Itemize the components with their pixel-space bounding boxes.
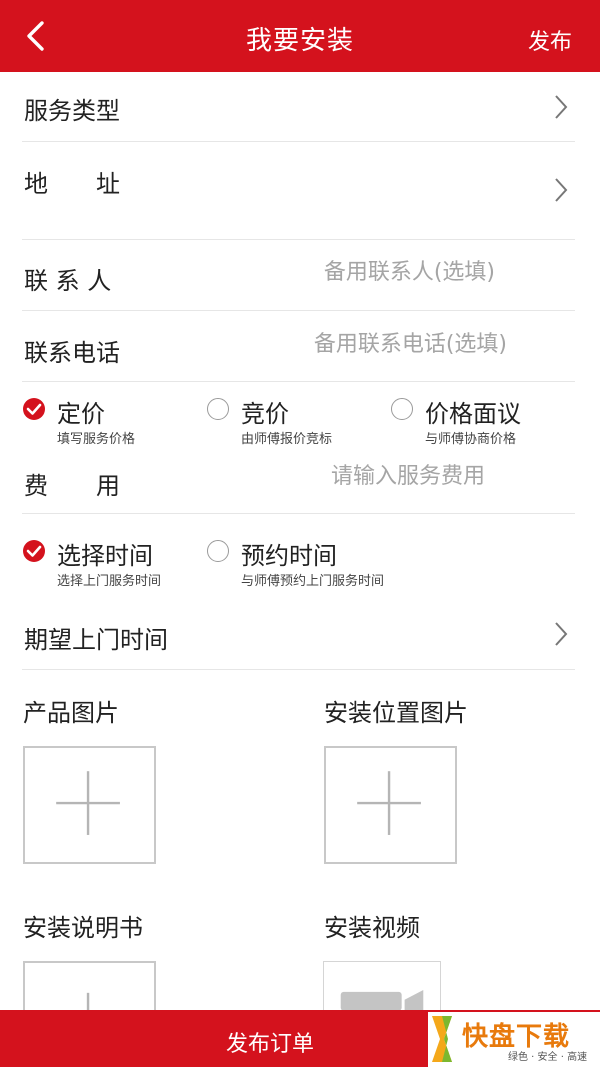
price-option-sub: 由师傅报价竞标 xyxy=(241,432,333,447)
video-camera-icon xyxy=(340,989,424,1011)
expected-time-row[interactable]: 期望上门时间 xyxy=(22,600,575,670)
address-label: 地 址 xyxy=(24,170,120,198)
product-image-upload[interactable] xyxy=(23,746,156,864)
price-option-bidding[interactable]: 竞价 由师傅报价竞标 xyxy=(207,394,387,447)
video-label: 安装视频 xyxy=(324,914,420,942)
product-images-label: 产品图片 xyxy=(23,699,119,727)
plus-icon xyxy=(56,771,120,835)
time-option-appointment[interactable]: 预约时间 与师傅预约上门服务时间 xyxy=(207,536,397,600)
watermark-logo: 快盘下载 绿色 · 安全 · 高速 xyxy=(428,1012,600,1067)
fee-label: 费 用 xyxy=(24,472,120,500)
service-type-row[interactable]: 服务类型 xyxy=(22,72,575,142)
checked-radio-icon xyxy=(23,398,45,420)
fee-input[interactable] xyxy=(225,464,485,489)
expected-time-label: 期望上门时间 xyxy=(24,626,168,654)
install-position-image-upload[interactable] xyxy=(324,746,457,864)
phone-input[interactable] xyxy=(207,332,507,357)
video-upload[interactable] xyxy=(323,961,441,1011)
chevron-right-icon xyxy=(555,178,568,202)
time-option-label: 预约时间 xyxy=(241,542,337,570)
manual-upload[interactable] xyxy=(23,961,156,1012)
checked-radio-icon xyxy=(23,540,45,562)
contact-label: 联 系 人 xyxy=(24,267,112,295)
phone-label: 联系电话 xyxy=(24,339,120,367)
contact-row: 联 系 人 xyxy=(22,240,575,311)
price-option-negotiable[interactable]: 价格面议 与师傅协商价格 xyxy=(391,394,571,447)
chevron-right-icon xyxy=(555,95,568,119)
price-option-sub: 与师傅协商价格 xyxy=(425,432,517,447)
time-option-sub: 选择上门服务时间 xyxy=(57,574,162,589)
chevron-right-icon xyxy=(555,622,568,646)
time-option-choose[interactable]: 选择时间 选择上门服务时间 xyxy=(23,536,203,589)
brand-tagline: 绿色 · 安全 · 高速 xyxy=(508,1052,588,1063)
fee-row: 费 用 xyxy=(22,446,575,514)
page-title: 我要安装 xyxy=(245,26,354,56)
address-row[interactable]: 地 址 xyxy=(22,142,575,240)
radio-icon xyxy=(207,540,229,562)
time-option-sub: 与师傅预约上门服务时间 xyxy=(241,574,385,589)
radio-icon xyxy=(391,398,413,420)
time-option-label: 选择时间 xyxy=(57,542,153,570)
price-option-fixed[interactable]: 定价 填写服务价格 xyxy=(23,394,203,447)
install-position-images-label: 安装位置图片 xyxy=(324,699,468,727)
manual-label: 安装说明书 xyxy=(23,914,143,942)
price-option-label: 价格面议 xyxy=(425,400,521,428)
price-option-sub: 填写服务价格 xyxy=(57,432,136,447)
top-bar: 我要安装 发布 xyxy=(0,0,600,72)
plus-icon xyxy=(86,992,90,1012)
contact-input[interactable] xyxy=(235,260,495,285)
publish-button[interactable]: 发布 xyxy=(528,24,572,56)
service-type-label: 服务类型 xyxy=(24,97,120,125)
radio-icon xyxy=(207,398,229,420)
plus-icon xyxy=(357,771,421,835)
phone-row: 联系电话 xyxy=(22,311,575,382)
price-option-label: 定价 xyxy=(57,400,105,428)
price-option-label: 竞价 xyxy=(241,400,289,428)
